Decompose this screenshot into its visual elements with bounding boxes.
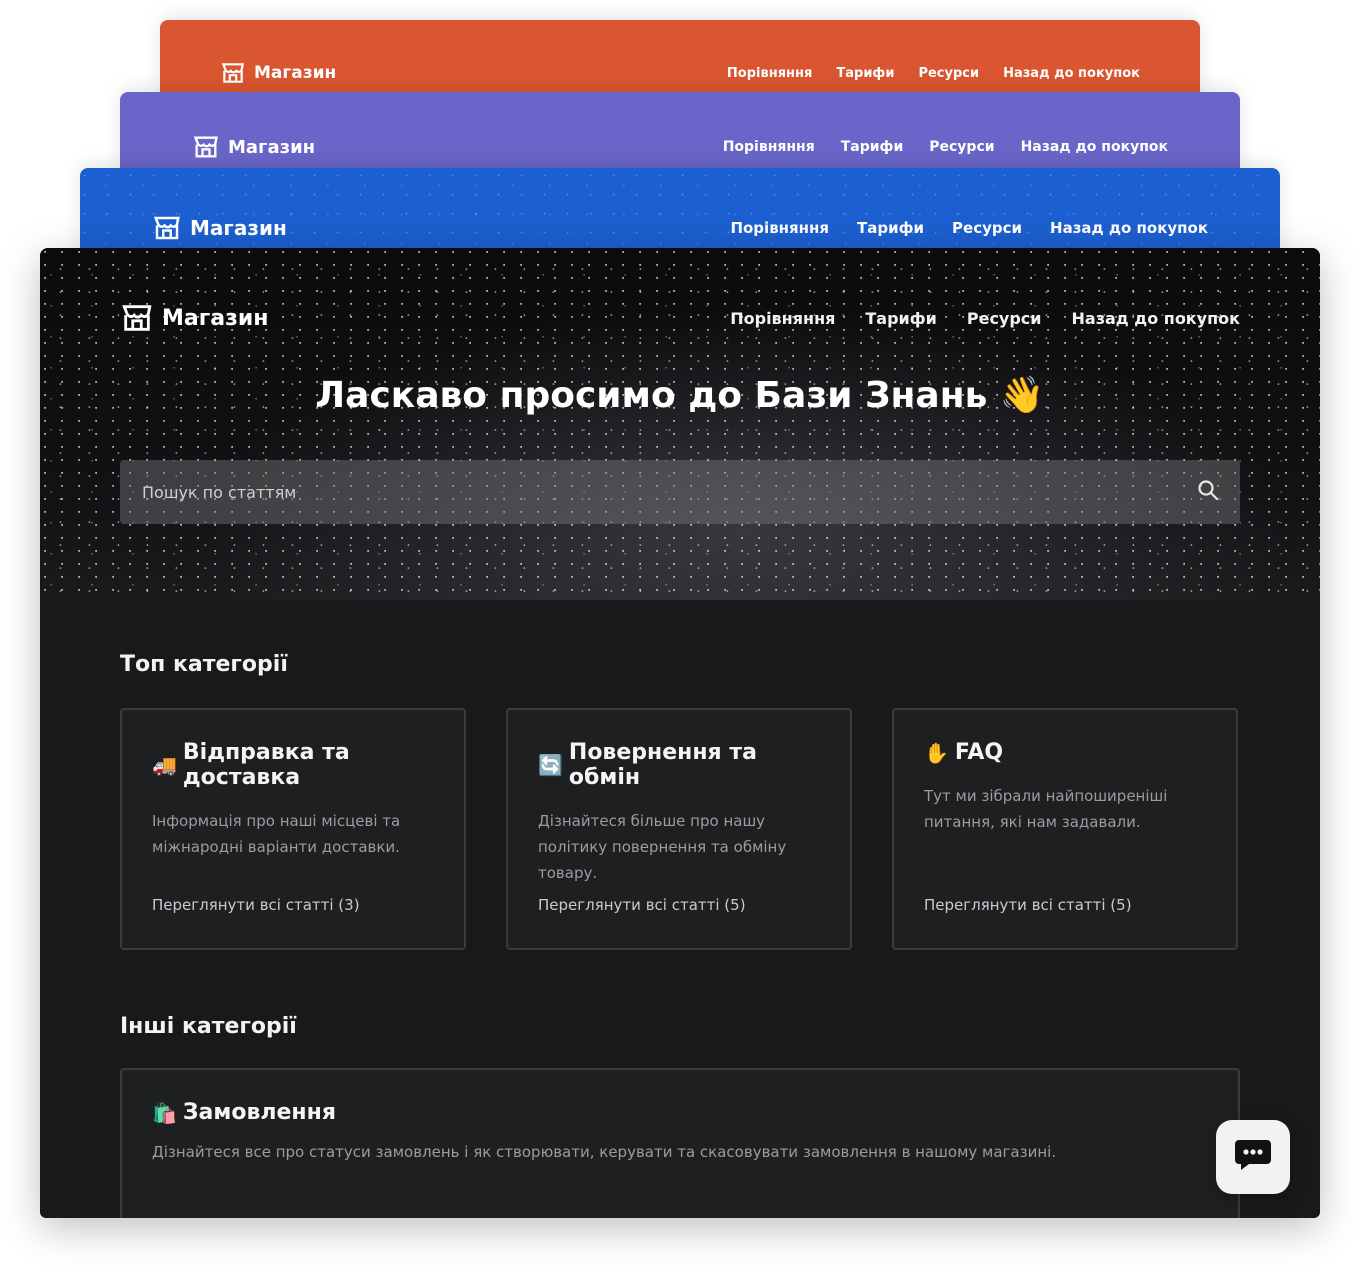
nav-resources[interactable]: Ресурси [967,309,1042,328]
category-card-faq[interactable]: ✋ FAQ Тут ми зібрали найпоширеніші питан… [892,708,1238,950]
nav: Порівняння Тарифи Ресурси Назад до покуп… [703,66,1140,81]
brand-name: Магазин [190,216,287,240]
nav: Порівняння Тарифи Ресурси Назад до покуп… [697,139,1168,155]
card-title: 🔄 Повернення та обмін [538,740,820,790]
store-icon [192,133,220,161]
nav-back-to-shop[interactable]: Назад до покупок [1072,309,1241,328]
view-all-articles-link[interactable]: Переглянути всі статті (3) [152,896,360,914]
top-categories-title: Топ категорії [120,652,288,677]
nav: Порівняння Тарифи Ресурси Назад до покуп… [702,219,1208,237]
nav-pricing[interactable]: Тарифи [836,66,894,81]
delivery-truck-icon: 🚚 [152,753,177,777]
nav: Порівняння Тарифи Ресурси Назад до покуп… [700,309,1240,328]
brand-name: Магазин [162,305,269,331]
card-description: Інформація про наші місцеві та міжнародн… [152,812,401,856]
nav-compare[interactable]: Порівняння [730,219,829,237]
header-bar: Магазин Порівняння Тарифи Ресурси Назад … [120,296,1240,340]
store-icon [220,60,246,86]
waving-hand-icon: 👋 [999,375,1045,416]
nav-compare[interactable]: Порівняння [723,139,815,155]
theme-preview-blue: Магазин Порівняння Тарифи Ресурси Назад … [80,168,1280,258]
nav-back-to-shop[interactable]: Назад до покупок [1021,139,1168,155]
brand[interactable]: Магазин [220,60,336,86]
other-categories-title: Інші категорії [120,1014,297,1039]
refresh-icon: 🔄 [538,753,563,777]
card-description: Дізнайтеся все про статуси замовлень і я… [152,1143,1057,1161]
nav-resources[interactable]: Ресурси [918,66,979,81]
card-title: ✋ FAQ [924,740,1206,765]
card-title-text: Відправка та доставка [182,740,350,790]
nav-compare[interactable]: Порівняння [730,309,835,328]
store-icon [152,213,182,243]
category-card-shipping[interactable]: 🚚 Відправка та доставка Інформація про н… [120,708,466,950]
search-bar[interactable] [120,460,1240,524]
category-card-orders[interactable]: 🛍️ Замовлення Дізнайтеся все про статуси… [120,1068,1240,1218]
shopping-bags-icon: 🛍️ [152,1100,177,1125]
card-title-text: Замовлення [182,1100,336,1125]
chat-icon [1233,1138,1273,1176]
chat-button[interactable] [1216,1120,1290,1194]
card-title-text: Повернення та обмін [568,740,757,790]
nav-resources[interactable]: Ресурси [952,219,1022,237]
card-title-text: FAQ [954,740,1004,765]
search-icon[interactable] [1196,478,1220,506]
nav-resources[interactable]: Ресурси [929,139,994,155]
store-icon [120,301,154,335]
view-all-articles-link[interactable]: Переглянути всі статті (5) [924,896,1132,914]
nav-compare[interactable]: Порівняння [727,66,812,81]
view-all-articles-link[interactable]: Переглянути всі статті (5) [538,896,746,914]
brand-name: Магазин [228,136,316,158]
page-title-text: Ласкаво просимо до Бази Знань [315,375,988,416]
hero-section: Магазин Порівняння Тарифи Ресурси Назад … [40,248,1320,600]
card-title: 🚚 Відправка та доставка [152,740,434,790]
brand[interactable]: Магазин [152,213,287,243]
raised-hand-icon: ✋ [924,740,949,765]
brand[interactable]: Магазин [120,301,268,335]
nav-pricing[interactable]: Тарифи [857,219,924,237]
nav-back-to-shop[interactable]: Назад до покупок [1050,219,1208,237]
brand[interactable]: Магазин [192,133,315,161]
header-bar: Магазин Порівняння Тарифи Ресурси Назад … [80,168,1280,258]
card-title: 🛍️ Замовлення [152,1100,1208,1125]
card-description: Дізнайтеся більше про нашу політику пове… [538,812,787,882]
category-card-returns[interactable]: 🔄 Повернення та обмін Дізнайтеся більше … [506,708,852,950]
knowledge-base-window: Магазин Порівняння Тарифи Ресурси Назад … [40,248,1320,1218]
page-title: Ласкаво просимо до Бази Знань 👋 [40,374,1320,416]
brand-name: Магазин [254,63,337,83]
nav-back-to-shop[interactable]: Назад до покупок [1003,66,1140,81]
nav-pricing[interactable]: Тарифи [865,309,936,328]
search-input[interactable] [140,481,1196,503]
nav-pricing[interactable]: Тарифи [841,139,904,155]
card-description: Тут ми зібрали найпоширеніші питання, як… [924,787,1168,831]
